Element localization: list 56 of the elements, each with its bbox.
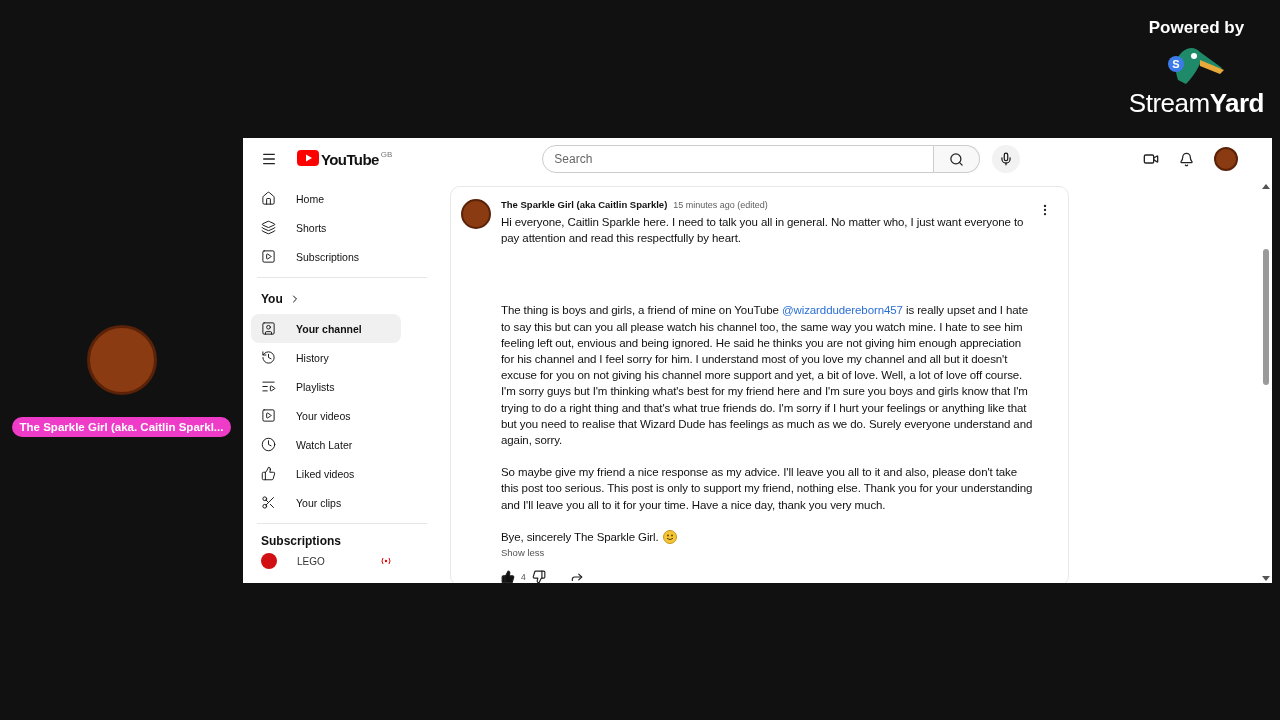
playlist-icon xyxy=(261,379,276,394)
menu-icon[interactable] xyxy=(261,151,277,167)
like-count: 4 xyxy=(521,572,526,583)
scrollbar-thumb[interactable] xyxy=(1263,249,1269,385)
mention-link[interactable]: @wizarddudereborn457 xyxy=(781,304,903,317)
post-text: So maybe give my friend a nice response as my advice. I'll leave you all to it and also, please don't take this post too serious. This post is only to support my friend, nothing else. Thank you for your understanding and I'll leave you all to it for your time. Have a nice day, thank you very much. xyxy=(501,465,1033,513)
thumbs-up-icon[interactable] xyxy=(501,570,515,583)
play-logo-icon xyxy=(297,150,319,166)
sidebar-item[interactable]: Your channel xyxy=(251,314,401,343)
post-text: Hi everyone, Caitlin Sparkle here. I need to talk you all in general. No matter who, I just want everyone to pay attention and read this respectfully by heart. xyxy=(501,215,1025,247)
participant-name-tag: The Sparkle Girl (aka. Caitlin Sparkl... xyxy=(11,416,232,437)
share-icon[interactable] xyxy=(569,570,584,583)
sidebar-item[interactable]: Your clips xyxy=(251,488,401,517)
bell-icon[interactable] xyxy=(1179,151,1194,167)
post-text: Bye, sincerely The Sparkle Girl. xyxy=(501,529,659,545)
layers-icon xyxy=(261,220,276,235)
play-stack-icon xyxy=(261,249,276,264)
mic-button[interactable] xyxy=(992,145,1021,173)
smiley-icon xyxy=(662,529,677,544)
channel-item[interactable]: LEGO xyxy=(251,552,401,570)
sidebar-item[interactable]: Liked videos xyxy=(251,459,401,488)
clock-icon xyxy=(261,437,276,452)
history-icon xyxy=(261,350,276,365)
sidebar-item[interactable]: Shorts xyxy=(251,213,401,242)
author-avatar xyxy=(461,199,491,229)
sidebar-item[interactable]: Your videos xyxy=(251,401,401,430)
home-icon xyxy=(261,191,276,206)
sidebar-item[interactable]: Subscriptions xyxy=(251,242,401,271)
sidebar-item[interactable]: History xyxy=(251,343,401,372)
sidebar-item[interactable]: Home xyxy=(251,184,401,213)
mic-icon xyxy=(999,152,1014,166)
sidebar-item[interactable]: Playlists xyxy=(251,372,401,401)
scissors-icon xyxy=(261,495,276,510)
streamyard-logo: StreamYard xyxy=(1128,88,1264,119)
post-text: The thing is boys and girls, a friend of mine on YouTube @wizarddudereborn457 is really upset and I hate to say this but can you all please watch his channel too, the same way you watch mine. I hate to see him feeling left out, envious and being ignored. He said he thinks you are not giving him enough appreciation for his channel and I feel sorry for him. I understand most of you love my channel and all but it doesn't excuse for you on not giving his channel more support and yet, a bit of love. Well, a lot of love off course. I'm sorry guys but I'm thinking what's best for my friend here and I'm sure you boys and girls know that I'm trying to do a right thing and that's what true friends do. I'm sorry if I hurt your feelings or anything like that but you need to realise that Wizard Dude has feelings as much as we do. Surely everyone understand and again, sorry. xyxy=(501,303,1033,449)
user-square-icon xyxy=(261,321,276,336)
youtube-logo: YouTube xyxy=(321,151,379,168)
subscriptions-heading: Subscriptions xyxy=(260,533,342,550)
search-button[interactable] xyxy=(934,145,981,173)
create-video-icon[interactable] xyxy=(1143,151,1159,167)
region-code: GB xyxy=(380,150,393,159)
you-heading[interactable]: You xyxy=(251,284,440,314)
sidebar-item[interactable]: Watch Later xyxy=(251,430,401,459)
play-square-icon xyxy=(261,408,276,423)
thumbs-up-icon xyxy=(261,466,276,481)
author-name[interactable]: The Sparkle Girl (aka Caitlin Sparkle) xyxy=(501,199,668,210)
powered-by-caption: Powered by xyxy=(1148,18,1245,38)
account-avatar[interactable] xyxy=(1214,147,1238,171)
scroll-down-arrow-icon[interactable] xyxy=(1262,576,1270,581)
thumbs-down-icon[interactable] xyxy=(531,570,546,583)
post-time: 15 minutes ago (edited) xyxy=(673,200,768,210)
search-icon xyxy=(949,151,965,167)
channel-logo xyxy=(261,553,277,569)
show-less-button[interactable]: Show less xyxy=(501,547,1033,559)
search-field[interactable]: Search xyxy=(542,145,935,173)
scroll-up-arrow-icon[interactable] xyxy=(1262,184,1270,189)
